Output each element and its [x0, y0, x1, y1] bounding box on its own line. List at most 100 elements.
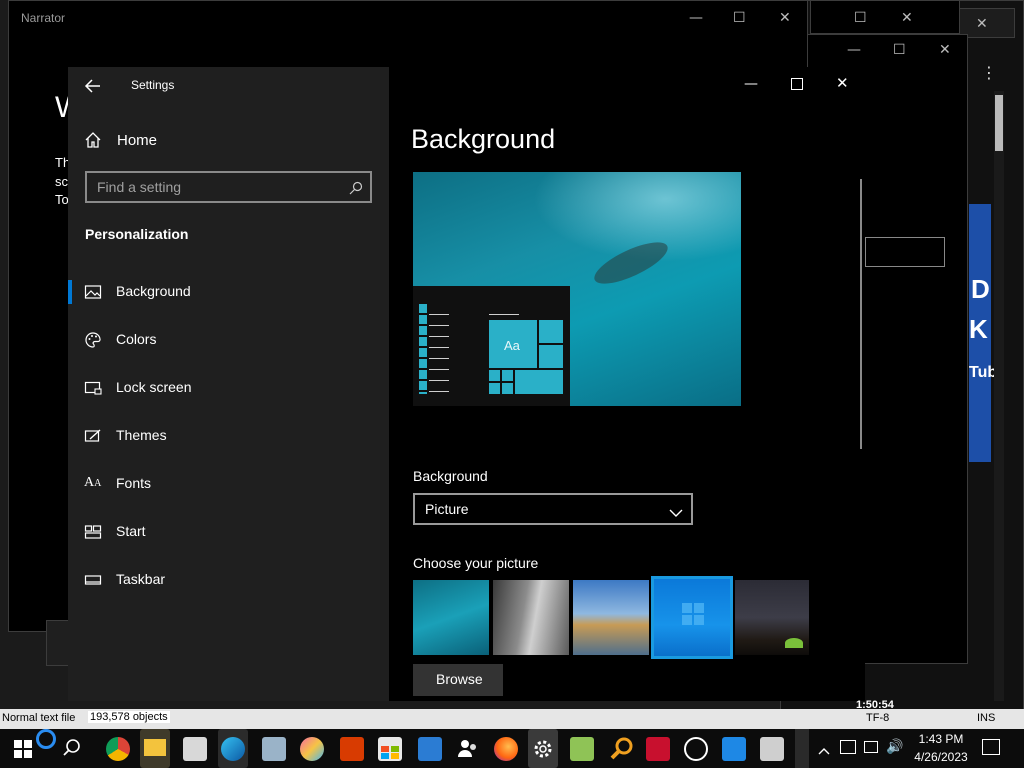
background-text-3: Tub [969, 364, 998, 381]
background-window-3: ☐ ✕ [810, 0, 960, 34]
sidebar-item-lock-screen[interactable]: Lock screen [68, 369, 389, 409]
home-nav-item[interactable]: Home [68, 129, 389, 155]
devcpp-icon[interactable] [646, 737, 670, 761]
clock-time[interactable]: 1:43 PM [915, 732, 967, 746]
picture-thumbnail-2[interactable] [493, 580, 569, 655]
objects-count: 193,578 objects [88, 711, 170, 723]
maximize-icon[interactable] [791, 78, 803, 90]
window-title: Settings [131, 78, 175, 92]
close-icon[interactable]: ✕ [939, 43, 951, 57]
encoding-text: TF-8 [866, 712, 890, 724]
narrator-text-3: To [55, 192, 69, 207]
app-icon[interactable] [183, 737, 207, 761]
search-placeholder: Find a setting [97, 179, 182, 195]
sidebar-item-start[interactable]: Start [68, 513, 389, 553]
volume-icon[interactable]: 🔊 [886, 739, 903, 755]
scrollbar-thumb[interactable] [995, 95, 1003, 151]
display-icon[interactable] [864, 741, 878, 753]
close-icon[interactable]: ✕ [976, 17, 988, 31]
background-text-1: D [971, 274, 990, 304]
clock-icon[interactable] [684, 737, 708, 761]
text-input-field[interactable] [865, 237, 945, 267]
background-label: Background [413, 468, 488, 484]
picture-thumbnail-3[interactable] [573, 580, 649, 655]
maximize-icon[interactable]: ☐ [893, 43, 906, 57]
sidebar-item-fonts[interactable]: AA Fonts [68, 465, 389, 505]
minimize-icon[interactable]: — [689, 11, 703, 25]
sidebar-item-taskbar[interactable]: Taskbar [68, 561, 389, 601]
network-icon[interactable] [840, 740, 856, 754]
file-type-text: Normal text file [2, 712, 76, 724]
background-preview: Aa [413, 172, 741, 406]
sidebar-item-themes[interactable]: Themes [68, 417, 389, 457]
close-icon[interactable]: ✕ [901, 11, 913, 25]
sidebar-item-label: Fonts [116, 475, 152, 491]
sidebar-item-label: Taskbar [116, 571, 166, 587]
background-window-blue-panel: D K Tub [969, 204, 997, 462]
tile-block [489, 370, 500, 381]
start-button[interactable] [14, 740, 32, 758]
search-input[interactable]: Find a setting [85, 171, 372, 203]
maximize-icon[interactable]: ☐ [854, 11, 867, 25]
back-arrow-icon[interactable] [84, 77, 104, 97]
browse-button[interactable]: Browse [413, 664, 503, 696]
background-dropdown[interactable]: Picture [413, 493, 693, 525]
dropdown-value: Picture [425, 501, 469, 517]
store-icon[interactable] [378, 737, 402, 761]
tile-block [502, 383, 513, 394]
narrator-text-2: sc [55, 174, 68, 189]
minimize-icon[interactable]: — [744, 77, 758, 91]
taskbar-icon [84, 571, 104, 591]
firefox-icon[interactable] [494, 737, 518, 761]
people-icon[interactable] [456, 737, 480, 761]
list-lines [429, 314, 449, 398]
scrollbar[interactable] [994, 91, 1004, 701]
close-icon[interactable]: ✕ [836, 76, 849, 91]
chrome-icon[interactable] [106, 737, 130, 761]
home-label: Home [117, 132, 158, 149]
clock-date[interactable]: 4/26/2023 [908, 750, 974, 764]
selection-indicator [68, 280, 72, 304]
tile-line [489, 314, 519, 315]
search-icon[interactable] [349, 180, 363, 199]
tent-shape [785, 638, 803, 648]
cortana-icon[interactable] [36, 729, 56, 749]
close-icon[interactable]: ✕ [779, 11, 791, 25]
start-menu-preview: Aa [413, 286, 570, 406]
notepadpp-icon[interactable] [570, 737, 594, 761]
content-scrollbar[interactable] [860, 179, 862, 449]
edge-icon[interactable] [218, 729, 248, 768]
paint3d-icon[interactable] [300, 737, 324, 761]
calculator-icon[interactable] [418, 737, 442, 761]
tile-block [502, 370, 513, 381]
start-icon [84, 523, 104, 543]
lock-screen-icon [84, 379, 104, 399]
sidebar-item-label: Colors [116, 331, 157, 347]
book-icon[interactable] [760, 737, 784, 761]
picture-thumbnail-5[interactable] [735, 580, 809, 655]
minimize-icon[interactable]: — [847, 43, 861, 57]
more-options-icon[interactable]: ⋮ [981, 63, 997, 82]
calendar-icon[interactable] [722, 737, 746, 761]
maximize-icon[interactable]: ☐ [733, 11, 746, 25]
taskbar-scroll[interactable] [795, 729, 809, 768]
large-tile: Aa [489, 320, 537, 368]
notification-icon[interactable] [982, 739, 1000, 755]
tile-block [515, 370, 563, 394]
sidebar-item-label: Lock screen [116, 379, 192, 395]
file-explorer-icon[interactable] [140, 729, 170, 768]
settings-content: — ✕ Background Aa Background Picture Cho… [389, 67, 865, 701]
browse-label: Browse [436, 671, 483, 687]
sidebar-item-colors[interactable]: Colors [68, 321, 389, 361]
office-icon[interactable] [340, 737, 364, 761]
chevron-up-icon[interactable] [818, 741, 830, 760]
picture-thumbnail-1[interactable] [413, 580, 489, 655]
sidebar-item-background[interactable]: Background [68, 273, 389, 313]
picture-thumbnail-4-selected[interactable] [651, 576, 733, 659]
preview-sample-text: Aa [504, 338, 520, 353]
settings-icon[interactable] [528, 729, 558, 768]
photos-icon[interactable] [262, 737, 286, 761]
search-tool-icon[interactable] [610, 737, 634, 761]
timer-text: 1:50:54 [856, 699, 894, 711]
search-icon[interactable] [62, 738, 82, 762]
